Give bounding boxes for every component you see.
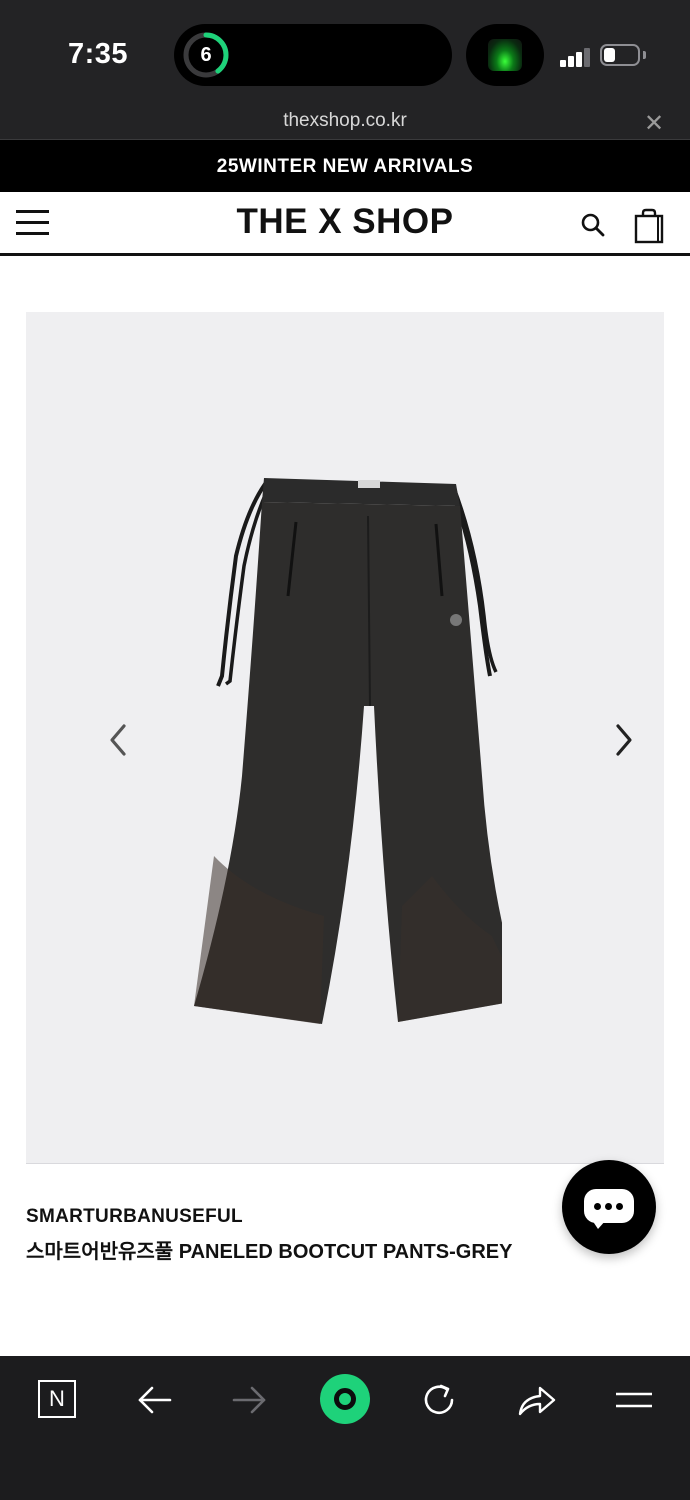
chevron-right-icon[interactable] xyxy=(610,720,638,760)
battery-icon xyxy=(600,44,640,66)
close-icon[interactable]: ✕ xyxy=(644,109,664,138)
live-activity-pill[interactable] xyxy=(466,24,544,86)
web-page: THE X SHOP SMARTURBANUSEFUL 스마트어반유즈풀 PAN… xyxy=(0,192,690,1356)
chevron-left-icon[interactable] xyxy=(104,720,132,760)
product-image-carousel[interactable] xyxy=(26,312,664,1164)
reload-icon[interactable] xyxy=(418,1378,462,1422)
shopping-bag-icon[interactable] xyxy=(634,208,664,244)
activity-count: 6 xyxy=(200,44,212,66)
chat-button[interactable] xyxy=(562,1160,656,1254)
tabs-n-icon[interactable]: N xyxy=(38,1380,76,1418)
search-icon[interactable] xyxy=(580,212,606,238)
menu-lines-icon[interactable] xyxy=(612,1378,656,1422)
browser-toolbar: N xyxy=(0,1356,690,1500)
status-bar: 7:35 6 xyxy=(0,0,690,110)
chat-bubble-tail xyxy=(592,1220,606,1229)
pants-product-image xyxy=(194,478,502,1024)
back-arrow-icon[interactable] xyxy=(132,1378,176,1422)
browser-url-bar[interactable]: thexshop.co.kr ✕ xyxy=(0,110,690,140)
site-header: THE X SHOP xyxy=(0,192,690,256)
live-activity-thumb xyxy=(488,39,522,71)
forward-arrow-icon[interactable] xyxy=(228,1378,272,1422)
product-brand[interactable]: SMARTURBANUSEFUL xyxy=(26,1206,243,1228)
product-name[interactable]: 스마트어반유즈풀 PANELED BOOTCUT PANTS-GREY xyxy=(26,1235,512,1264)
cellular-signal-icon xyxy=(560,47,592,67)
clock-time: 7:35 xyxy=(68,38,129,70)
home-circle-icon[interactable] xyxy=(320,1374,370,1424)
dynamic-island[interactable]: 6 xyxy=(174,24,452,86)
share-icon[interactable] xyxy=(514,1378,558,1422)
battery-tip xyxy=(643,51,646,59)
url-text[interactable]: thexshop.co.kr xyxy=(0,110,690,132)
activity-ring-icon: 6 xyxy=(182,31,230,79)
promo-banner[interactable]: 25WINTER NEW ARRIVALS xyxy=(0,140,690,192)
chat-bubble-icon xyxy=(584,1189,634,1223)
